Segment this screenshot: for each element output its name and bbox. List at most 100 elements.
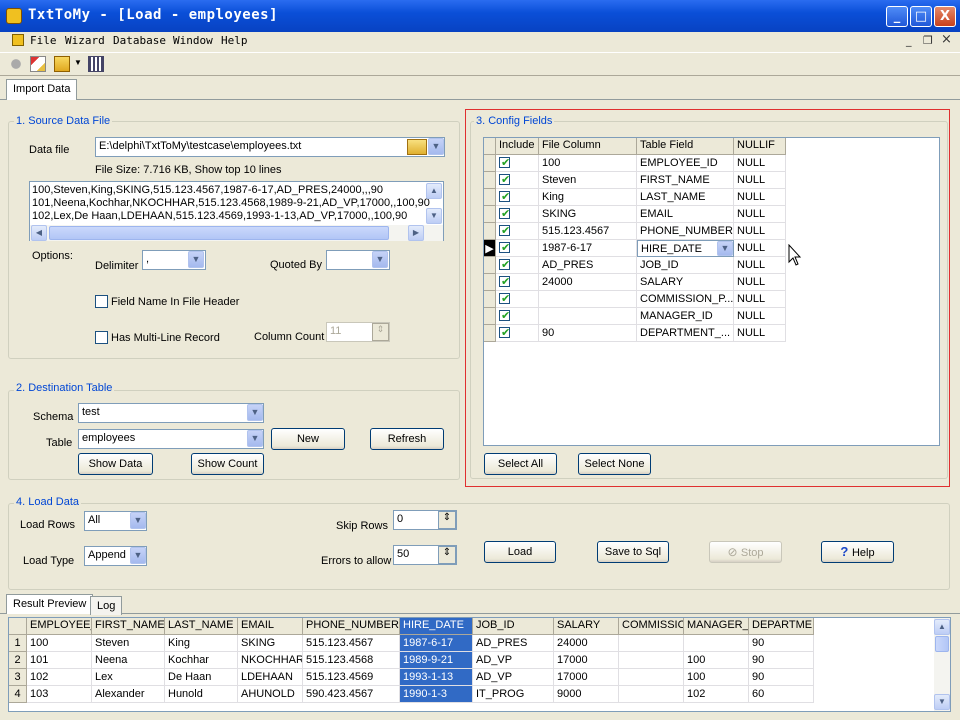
schema-select[interactable]: test xyxy=(78,403,264,423)
result-cell[interactable]: 515.123.4567 xyxy=(303,635,400,652)
result-header-cell[interactable]: COMMISSIO xyxy=(619,618,684,635)
result-cell[interactable] xyxy=(619,635,684,652)
result-cell[interactable]: 101 xyxy=(27,652,92,669)
result-header-cell[interactable]: SALARY xyxy=(554,618,619,635)
mdi-restore-button[interactable]: ❐ xyxy=(923,34,933,47)
result-cell[interactable]: NKOCHHAR xyxy=(238,652,303,669)
menu-window[interactable]: Window xyxy=(173,34,213,47)
data-file-input[interactable]: E:\delphi\TxtToMy\testcase\employees.txt xyxy=(95,137,445,157)
config-include-cell[interactable] xyxy=(496,308,539,325)
config-nullif-cell[interactable]: NULL xyxy=(734,206,786,223)
show-count-button[interactable]: Show Count xyxy=(191,453,264,475)
result-cell[interactable]: 515.123.4569 xyxy=(303,669,400,686)
result-cell[interactable]: Kochhar xyxy=(165,652,238,669)
result-cell[interactable]: 102 xyxy=(684,686,749,703)
open-icon[interactable] xyxy=(30,56,46,72)
result-cell[interactable]: 90 xyxy=(749,635,814,652)
config-nullif-cell[interactable]: NULL xyxy=(734,240,786,257)
preview-scroll-thumb[interactable] xyxy=(49,226,389,240)
config-file-column-cell[interactable]: AD_PRES xyxy=(539,257,637,274)
config-nullif-cell[interactable]: NULL xyxy=(734,189,786,206)
select-all-button[interactable]: Select All xyxy=(484,453,557,475)
result-cell[interactable] xyxy=(619,686,684,703)
result-cell[interactable]: 9000 xyxy=(554,686,619,703)
result-grid[interactable]: EMPLOYEE_ FIRST_NAME LAST_NAME EMAIL PHONE_N… xyxy=(8,617,951,712)
result-cell[interactable]: 90 xyxy=(749,652,814,669)
preview-scroll-down[interactable]: ▼ xyxy=(426,208,442,224)
include-checkbox[interactable] xyxy=(499,173,510,186)
tab-import-data[interactable]: Import Data xyxy=(6,79,78,100)
result-cell[interactable]: 90 xyxy=(749,669,814,686)
config-table-field-cell[interactable]: COMMISSION_P... xyxy=(637,291,734,308)
result-cell[interactable]: 103 xyxy=(27,686,92,703)
result-cell[interactable]: AHUNOLD xyxy=(238,686,303,703)
config-fields-grid[interactable]: Include File Column Table Field NULLIF 1… xyxy=(483,137,940,446)
config-include-cell[interactable] xyxy=(496,240,539,257)
title-bar[interactable]: TxtToMy - [Load - employees] _ □ X xyxy=(0,0,960,32)
sql-icon[interactable] xyxy=(88,56,104,72)
result-header-cell[interactable]: JOB_ID xyxy=(473,618,554,635)
tab-result-preview[interactable]: Result Preview xyxy=(6,594,94,614)
result-cell[interactable]: Lex xyxy=(92,669,165,686)
result-cell[interactable] xyxy=(619,669,684,686)
result-cell[interactable] xyxy=(619,652,684,669)
config-table-field-cell[interactable]: SALARY xyxy=(637,274,734,291)
menu-file[interactable]: File xyxy=(30,34,57,47)
result-cell[interactable]: 100 xyxy=(27,635,92,652)
result-cell[interactable]: 17000 xyxy=(554,652,619,669)
multiline-checkbox[interactable] xyxy=(95,331,108,344)
config-header-table-field[interactable]: Table Field xyxy=(637,138,734,155)
result-cell[interactable]: 1987-6-17 xyxy=(400,635,473,652)
include-checkbox[interactable] xyxy=(499,156,510,169)
config-file-column-cell[interactable]: SKING xyxy=(539,206,637,223)
show-data-button[interactable]: Show Data xyxy=(78,453,153,475)
config-file-column-cell[interactable]: 1987-6-17 xyxy=(539,240,637,257)
maximize-button[interactable]: □ xyxy=(910,6,932,27)
config-nullif-cell[interactable]: NULL xyxy=(734,274,786,291)
result-header-cell[interactable]: PHONE_NUMBER xyxy=(303,618,400,635)
include-checkbox[interactable] xyxy=(499,224,510,237)
folder-icon[interactable] xyxy=(54,56,70,72)
config-file-column-cell[interactable]: 515.123.4567 xyxy=(539,223,637,240)
config-header-file-column[interactable]: File Column xyxy=(539,138,637,155)
config-header-include[interactable]: Include xyxy=(496,138,539,155)
config-nullif-cell[interactable]: NULL xyxy=(734,155,786,172)
result-header-cell[interactable]: LAST_NAME xyxy=(165,618,238,635)
result-cell[interactable]: 60 xyxy=(749,686,814,703)
mdi-close-button[interactable]: × xyxy=(941,32,952,47)
include-checkbox[interactable] xyxy=(499,241,510,254)
config-include-cell[interactable] xyxy=(496,155,539,172)
load-type-dropdown[interactable]: ▼ xyxy=(130,547,146,564)
result-cell[interactable]: 100 xyxy=(684,652,749,669)
config-include-cell[interactable] xyxy=(496,274,539,291)
errors-spin-icon[interactable]: ⇕ xyxy=(438,546,456,564)
result-cell[interactable]: AD_VP xyxy=(473,652,554,669)
config-include-cell[interactable] xyxy=(496,206,539,223)
menu-help[interactable]: Help xyxy=(221,34,248,47)
config-table-field-cell[interactable]: LAST_NAME xyxy=(637,189,734,206)
config-table-field-cell[interactable]: DEPARTMENT_... xyxy=(637,325,734,342)
include-checkbox[interactable] xyxy=(499,258,510,271)
menu-database[interactable]: Database xyxy=(113,34,166,47)
close-button[interactable]: X xyxy=(934,6,956,27)
result-cell[interactable]: King xyxy=(165,635,238,652)
result-cell[interactable]: SKING xyxy=(238,635,303,652)
refresh-button[interactable]: Refresh xyxy=(370,428,444,450)
minimize-button[interactable]: _ xyxy=(886,6,908,27)
result-cell[interactable]: AD_PRES xyxy=(473,635,554,652)
result-scroll-down[interactable]: ▼ xyxy=(934,694,950,710)
table-select[interactable]: employees xyxy=(78,429,264,449)
config-file-column-cell[interactable] xyxy=(539,308,637,325)
table-dropdown[interactable]: ▼ xyxy=(247,430,263,447)
new-button[interactable]: New xyxy=(271,428,345,450)
result-cell[interactable]: Hunold xyxy=(165,686,238,703)
help-button[interactable]: ? Help xyxy=(821,541,894,563)
tab-log[interactable]: Log xyxy=(90,596,123,615)
schema-dropdown[interactable]: ▼ xyxy=(247,404,263,421)
result-scroll-thumb[interactable] xyxy=(935,636,949,652)
result-header-cell[interactable]: HIRE_DATE xyxy=(400,618,473,635)
menu-wizard[interactable]: Wizard xyxy=(65,34,105,47)
config-table-field-cell[interactable]: EMAIL xyxy=(637,206,734,223)
dropdown-arrow-icon[interactable]: ▼ xyxy=(74,58,82,67)
result-cell[interactable]: 1990-1-3 xyxy=(400,686,473,703)
